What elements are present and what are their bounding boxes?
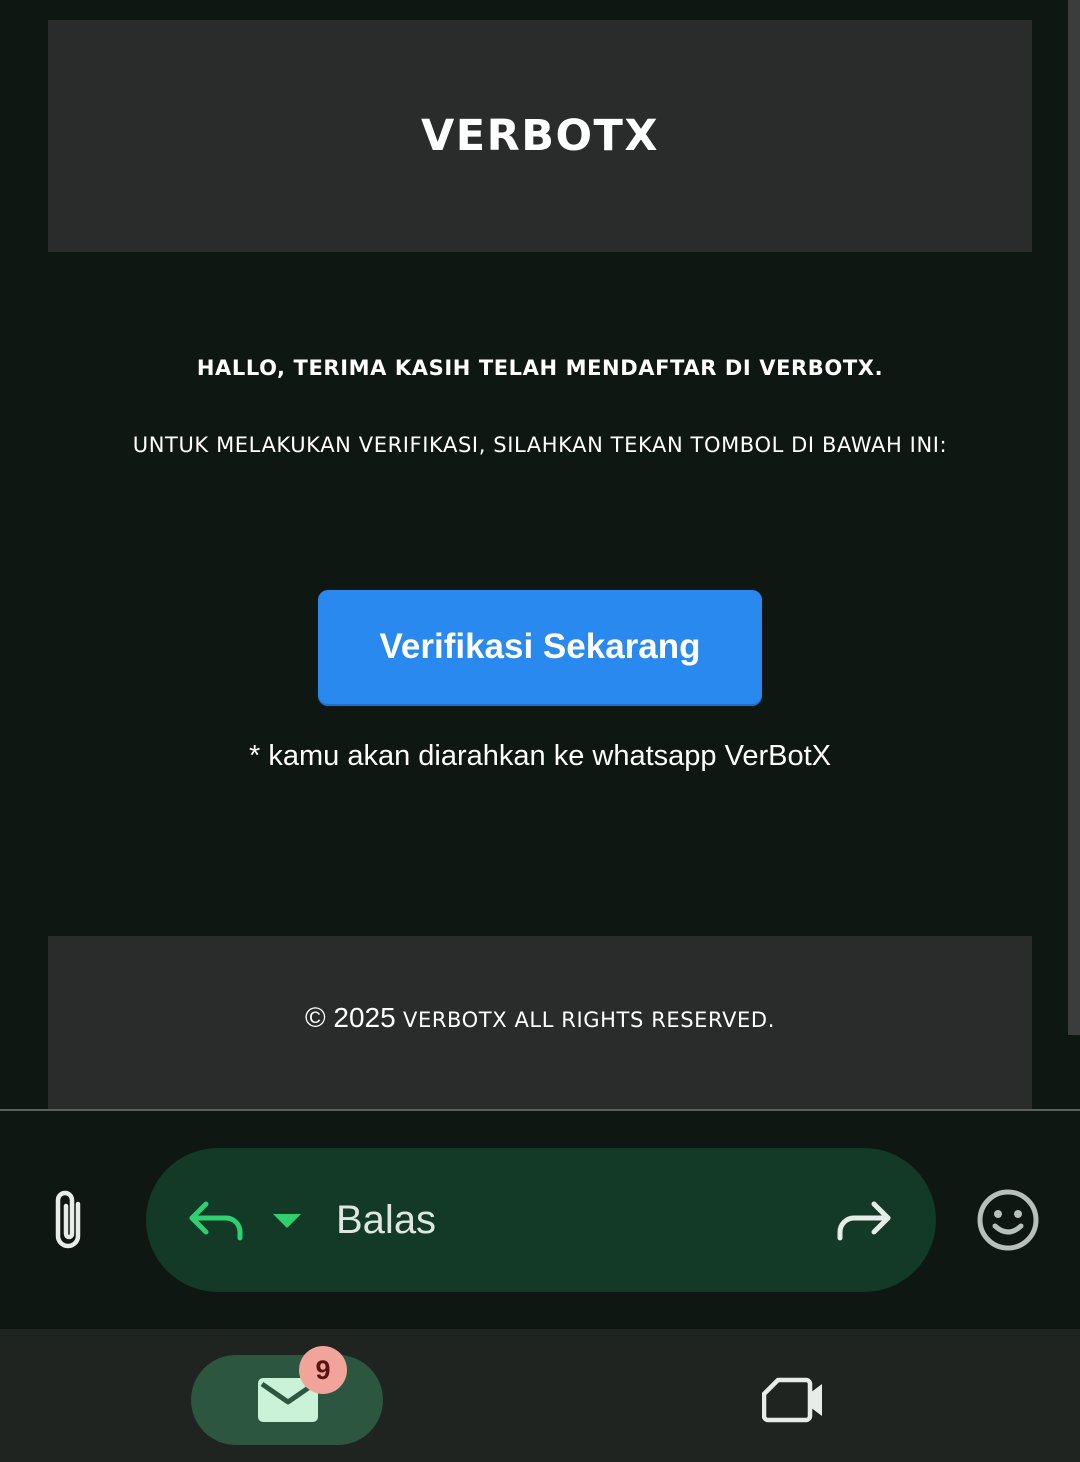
bottom-navigation	[0, 1329, 1080, 1462]
reply-input[interactable]	[336, 1190, 796, 1250]
unread-badge: 9	[299, 1346, 347, 1394]
dropdown-icon[interactable]	[271, 1212, 303, 1230]
instruction-text: UNTUK MELAKUKAN VERIFIKASI, SILAHKAN TEK…	[132, 433, 948, 457]
redirect-note: * kamu akan diarahkan ke whatsapp VerBot…	[249, 740, 831, 772]
forward-icon[interactable]	[832, 1196, 894, 1244]
reply-icon[interactable]	[186, 1196, 248, 1244]
email-screen: VERBOTX HALLO, TERIMA KASIH TELAH MENDAF…	[0, 0, 1080, 1462]
greeting-text: HALLO, TERIMA KASIH TELAH MENDAFTAR DI V…	[196, 356, 884, 380]
copyright-label: VERBOTX ALL RIGHTS RESERVED.	[402, 1008, 775, 1032]
verify-now-button[interactable]: Verifikasi Sekarang	[318, 590, 762, 704]
copyright-year: © 2025	[305, 1002, 396, 1033]
copyright-text: © 2025 VERBOTX ALL RIGHTS RESERVED.	[48, 1002, 1032, 1034]
scrollbar-thumb[interactable]	[1068, 0, 1080, 1035]
paperclip-icon[interactable]	[48, 1186, 92, 1254]
brand-title: VERBOTX	[420, 111, 660, 161]
email-header: VERBOTX	[48, 20, 1032, 252]
email-footer: © 2025 VERBOTX ALL RIGHTS RESERVED.	[48, 936, 1032, 1110]
emoji-icon[interactable]	[976, 1188, 1040, 1252]
video-icon	[762, 1377, 822, 1423]
